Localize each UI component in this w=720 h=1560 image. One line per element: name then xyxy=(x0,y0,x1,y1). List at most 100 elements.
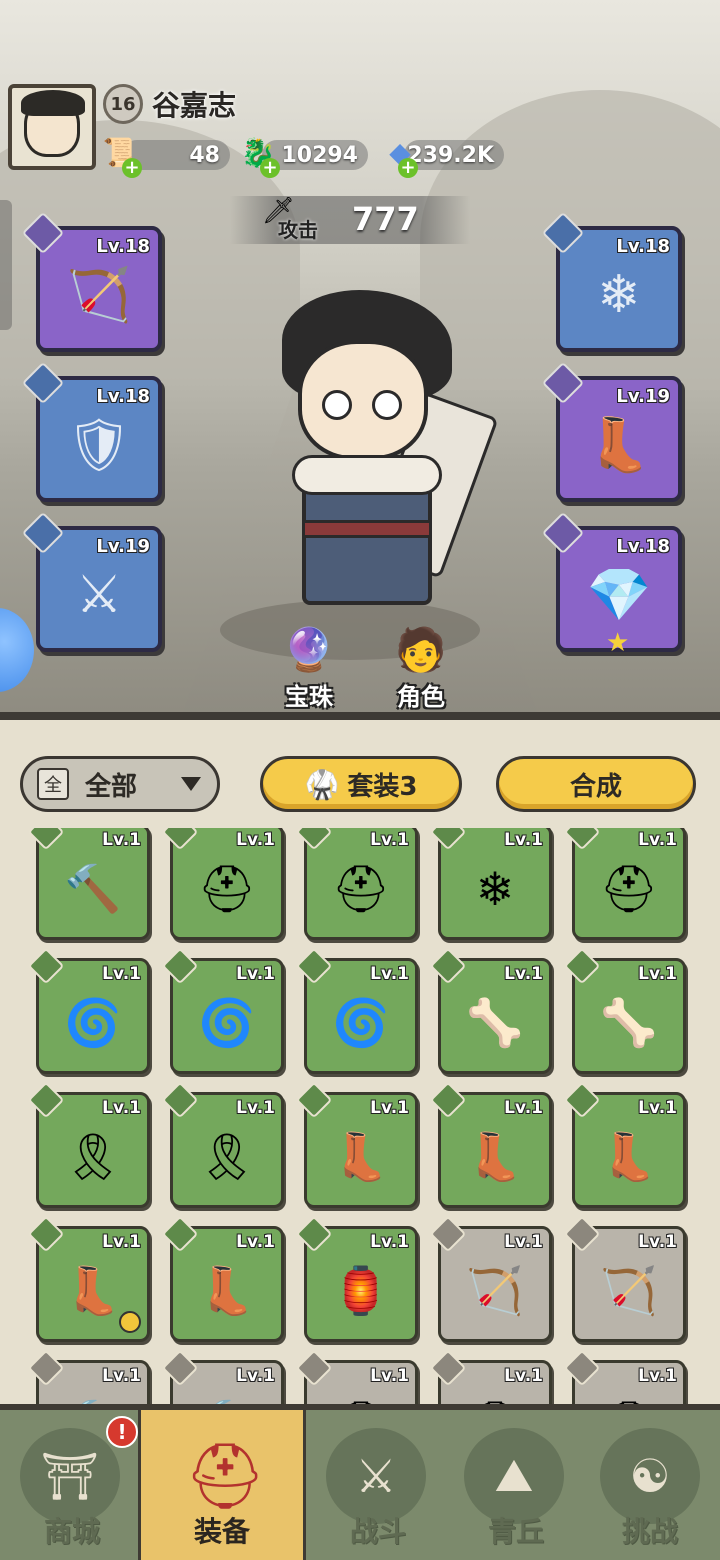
add-crystal-button[interactable]: + xyxy=(398,158,418,178)
item-category-icon xyxy=(161,828,199,851)
alert-badge: ! xyxy=(106,1416,138,1448)
set-label: 套装3 xyxy=(347,771,418,802)
nav-challenge-label: 挑战 xyxy=(621,1515,678,1548)
inventory-item[interactable]: Lv.1 🎗 xyxy=(161,1081,284,1208)
equip-slot-belt[interactable]: Lv.18 ❄ xyxy=(541,211,682,352)
item-category-icon xyxy=(563,1081,601,1119)
nav-equipment[interactable]: ⛑ 装备 xyxy=(138,1410,306,1560)
inventory-item[interactable]: Lv.1 🏮 xyxy=(295,1215,418,1342)
orbs-label: 宝珠 xyxy=(285,683,333,711)
inventory-item[interactable]: Lv.1 🔨 xyxy=(27,828,150,940)
item-level: Lv.1 xyxy=(102,964,141,984)
item-category-icon xyxy=(429,1215,467,1253)
inventory-item[interactable]: Lv.1 🌀 xyxy=(161,947,284,1074)
item-level: Lv.1 xyxy=(236,964,275,984)
craft-button[interactable]: 合成 xyxy=(496,756,696,812)
item-level: Lv.1 xyxy=(638,1232,677,1252)
item-category-icon xyxy=(563,1349,601,1387)
inventory-item[interactable]: Lv.1 ⛑ xyxy=(161,828,284,940)
inventory-item[interactable]: Lv.1 ⛑ xyxy=(295,828,418,940)
nav-qingqiu[interactable]: ⛰ 青丘 xyxy=(444,1410,588,1560)
craft-label: 合成 xyxy=(569,771,622,802)
resource-crystal-value: 239.2K xyxy=(407,142,494,168)
item-level: Lv.1 xyxy=(236,1366,275,1386)
inventory-item[interactable]: Lv.1 🏹 xyxy=(563,1215,686,1342)
player-level-badge: 16 xyxy=(103,84,143,124)
avatar-face xyxy=(21,90,85,157)
red-boots-icon: 👢 xyxy=(466,1129,524,1184)
item-level: Lv.1 xyxy=(370,964,409,984)
character-label: 角色 xyxy=(397,683,445,711)
inventory-item[interactable]: Lv.1 🎗 xyxy=(27,1081,150,1208)
equip-slot-shoulder[interactable]: Lv.19 ⚔ xyxy=(21,511,162,652)
item-level: Lv.1 xyxy=(504,1232,543,1252)
item-category-icon xyxy=(563,1215,601,1253)
inventory-item[interactable]: Lv.1 🦴 xyxy=(429,947,552,1074)
add-jade-button[interactable]: + xyxy=(260,158,280,178)
inventory-item[interactable]: Lv.1 👢 xyxy=(563,1081,686,1208)
character-scarf xyxy=(292,455,442,495)
equip-level: Lv.18 xyxy=(616,536,670,557)
item-level: Lv.1 xyxy=(638,1366,677,1386)
armor-icon: 🥋 xyxy=(304,767,340,801)
item-level: Lv.1 xyxy=(638,830,677,850)
equipped-badge-icon xyxy=(119,1311,141,1333)
inventory-item[interactable]: Lv.1 ⛑ xyxy=(563,828,686,940)
add-ticket-button[interactable]: + xyxy=(122,158,142,178)
inventory-item[interactable]: Lv.1 🏹 xyxy=(429,1215,552,1342)
player-avatar[interactable] xyxy=(8,84,96,170)
bottom-nav: ⛩ ! 商城 ⛑ 装备 ⚔ 战斗 ⛰ 青丘 ☯ 挑战 xyxy=(0,1404,720,1560)
item-category-icon xyxy=(27,1215,65,1253)
nav-challenge[interactable]: ☯ 挑战 xyxy=(580,1410,720,1560)
inventory-item[interactable]: Lv.1 👢 xyxy=(429,1081,552,1208)
item-level: Lv.1 xyxy=(504,830,543,850)
inventory-item[interactable]: Lv.1 👢 xyxy=(161,1215,284,1342)
item-category-icon xyxy=(429,828,467,851)
inventory-item[interactable]: Lv.1 👢 xyxy=(295,1081,418,1208)
equip-slot-weapon[interactable]: Lv.18 🏹 xyxy=(21,211,162,352)
equip-slot-chest[interactable]: Lv.18 🛡 xyxy=(21,361,162,502)
red-amulet-icon: 🏮 xyxy=(332,1263,390,1318)
player-character[interactable] xyxy=(262,290,499,630)
item-category-icon xyxy=(429,1081,467,1119)
red-helmet-icon: ⛑ xyxy=(331,861,391,916)
dark-helmet-icon: ⛑ xyxy=(599,861,659,916)
item-level: Lv.1 xyxy=(370,1098,409,1118)
item-category-icon xyxy=(429,1349,467,1387)
attack-label: 攻击 xyxy=(278,218,318,242)
item-category-icon xyxy=(429,947,467,985)
nav-battle[interactable]: ⚔ 战斗 xyxy=(306,1410,450,1560)
item-category-icon xyxy=(295,828,333,851)
inventory-item[interactable]: Lv.1 👢 xyxy=(27,1215,150,1342)
star-icon: ★ xyxy=(606,628,630,658)
inventory-item[interactable]: Lv.1 🦴 xyxy=(563,947,686,1074)
item-category-icon xyxy=(27,828,65,851)
belt-icon: ❄ xyxy=(597,264,641,325)
filter-dropdown[interactable]: 全 全部 xyxy=(20,756,220,812)
orbs-button[interactable]: 🔮 宝珠 xyxy=(264,625,354,715)
amulet-icon: 💎 xyxy=(586,565,652,626)
dark-shoulder-icon: 🌀 xyxy=(332,995,390,1050)
item-level: Lv.1 xyxy=(504,1366,543,1386)
inventory-panel: 全 全部 🥋 套装3 合成 Lv.1 🔨 Lv.1 ⛑ Lv.1 ⛑ Lv.1 ❄ Lv.1 ⛑ L… xyxy=(0,712,720,1412)
set-button[interactable]: 🥋 套装3 xyxy=(260,756,462,812)
resource-ticket-value: 48 xyxy=(189,142,220,168)
floating-bubble-button[interactable] xyxy=(0,608,34,692)
side-tab[interactable] xyxy=(0,200,12,330)
nav-equipment-label: 装备 xyxy=(193,1515,250,1548)
item-level: Lv.1 xyxy=(638,1098,677,1118)
item-level: Lv.1 xyxy=(370,830,409,850)
inventory-item[interactable]: Lv.1 🌀 xyxy=(27,947,150,1074)
nav-shop[interactable]: ⛩ ! 商城 xyxy=(0,1410,144,1560)
equip-slot-boots[interactable]: Lv.19 👢 xyxy=(541,361,682,502)
item-level: Lv.1 xyxy=(102,830,141,850)
inventory-item[interactable]: Lv.1 🌀 xyxy=(295,947,418,1074)
equip-slot-amulet[interactable]: Lv.18 💎 ★ xyxy=(541,511,682,658)
item-category-icon xyxy=(295,1215,333,1253)
boots-icon: 👢 xyxy=(586,415,652,476)
bow-icon: 🏹 xyxy=(600,1263,658,1318)
inventory-item[interactable]: Lv.1 ❄ xyxy=(429,828,552,940)
item-category-icon xyxy=(27,1349,65,1387)
red-shoulder-icon: 🌀 xyxy=(198,995,256,1050)
character-button[interactable]: 🧑 角色 xyxy=(376,625,466,715)
